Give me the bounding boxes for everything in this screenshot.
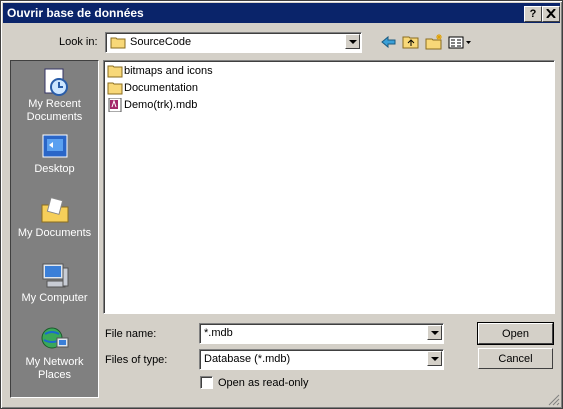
place-label: My Documents — [17, 227, 92, 239]
folder-icon — [107, 65, 123, 78]
cancel-button[interactable]: Cancel — [478, 348, 553, 369]
places-bar: My Recent Documents Desktop My Documents — [10, 60, 99, 398]
open-button[interactable]: Open — [477, 322, 554, 345]
file-name-input[interactable]: *.mdb — [199, 323, 444, 344]
file-type-label: Files of type: — [105, 354, 168, 366]
my-computer-icon — [42, 263, 68, 288]
help-button[interactable]: ? — [524, 6, 542, 22]
folder-icon — [107, 82, 123, 95]
back-arrow-icon[interactable] — [379, 34, 399, 50]
read-only-checkbox[interactable] — [200, 376, 213, 389]
place-label: My Recent — [28, 98, 81, 110]
read-only-label: Open as read-only — [218, 377, 309, 389]
network-places-icon — [41, 327, 68, 349]
file-name: Demo(trk).mdb — [124, 99, 198, 111]
place-desktop[interactable]: Desktop — [11, 131, 98, 176]
place-my-network-places[interactable]: My Network Places — [11, 324, 98, 382]
view-menu-icon[interactable] — [447, 34, 473, 50]
place-label: My Computer — [21, 292, 88, 304]
file-type-value: Database (*.mdb) — [204, 353, 291, 365]
look-in-value: SourceCode — [130, 36, 192, 48]
place-my-recent-documents[interactable]: My Recent Documents — [11, 66, 98, 124]
file-name-label: File name: — [105, 328, 157, 340]
title-bar[interactable]: Ouvrir base de données ? — [3, 3, 560, 23]
file-name-value: *.mdb — [204, 327, 233, 339]
close-button[interactable] — [542, 6, 560, 22]
look-in-dropdown[interactable]: SourceCode — [105, 32, 362, 53]
desktop-icon — [42, 134, 67, 158]
place-label: Places — [37, 369, 72, 381]
recent-documents-icon — [44, 68, 68, 96]
new-folder-icon[interactable] — [424, 34, 444, 50]
window-title: Ouvrir base de données — [7, 6, 144, 20]
file-name: Documentation — [124, 82, 198, 94]
open-database-dialog: Ouvrir base de données ? Look in: Source… — [0, 0, 563, 409]
file-type-dropdown[interactable]: Database (*.mdb) — [199, 349, 444, 370]
place-my-documents[interactable]: My Documents — [11, 195, 98, 240]
place-label: Desktop — [34, 163, 75, 175]
chevron-down-icon[interactable] — [427, 325, 442, 340]
place-my-computer[interactable]: My Computer — [11, 260, 98, 305]
look-in-label: Look in: — [59, 36, 98, 48]
file-list[interactable]: bitmaps and icons Documentation Demo(trk… — [103, 60, 555, 314]
up-folder-icon[interactable] — [401, 34, 421, 50]
access-db-icon — [108, 98, 122, 112]
my-documents-icon — [41, 197, 68, 223]
place-label: My Network — [25, 356, 84, 368]
file-name: bitmaps and icons — [124, 65, 213, 77]
close-icon — [546, 8, 556, 19]
folder-icon — [110, 37, 126, 49]
resize-grip-icon[interactable] — [548, 394, 560, 406]
chevron-down-icon[interactable] — [427, 351, 442, 366]
chevron-down-icon[interactable] — [345, 34, 360, 49]
place-label: Documents — [26, 111, 83, 123]
